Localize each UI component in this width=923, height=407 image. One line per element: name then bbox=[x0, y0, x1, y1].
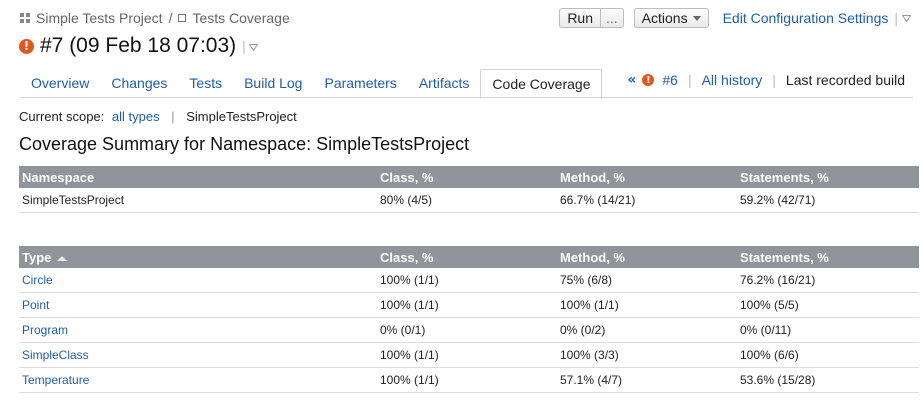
statement-coverage: 0% (0/11) bbox=[737, 317, 919, 343]
column-header-class[interactable]: Class, % bbox=[377, 166, 557, 188]
statement-coverage: 59.2% (42/71) bbox=[737, 188, 919, 213]
table-row: SimpleTestsProject 80% (4/5) 66.7% (14/2… bbox=[19, 188, 919, 213]
method-coverage: 57.1% (4/7) bbox=[557, 367, 737, 393]
type-link-temperature[interactable]: Temperature bbox=[22, 373, 89, 387]
table-header-row: Type Class, % Method, % Statements, % bbox=[19, 246, 919, 268]
class-coverage: 0% (0/1) bbox=[377, 317, 557, 343]
breadcrumb-config-link[interactable]: Tests Coverage bbox=[192, 10, 289, 26]
column-header-statements[interactable]: Statements, % bbox=[737, 166, 919, 188]
column-header-method[interactable]: Method, % bbox=[557, 166, 737, 188]
actions-label: Actions bbox=[641, 10, 688, 26]
double-chevron-left-icon[interactable]: « bbox=[627, 72, 636, 88]
build-menu-toggle[interactable] bbox=[248, 44, 258, 51]
column-header-method[interactable]: Method, % bbox=[557, 246, 737, 268]
error-icon: ! bbox=[642, 74, 655, 86]
class-coverage: 100% (1/1) bbox=[377, 367, 557, 393]
scope-current: SimpleTestsProject bbox=[186, 109, 297, 124]
build-title: ! #7 (09 Feb 18 07:03) | bbox=[19, 34, 258, 58]
table-row: Temperature 100% (1/1) 57.1% (4/7) 53.6%… bbox=[19, 367, 919, 393]
tab-code-coverage[interactable]: Code Coverage bbox=[480, 69, 603, 99]
tab-tests[interactable]: Tests bbox=[178, 69, 233, 97]
triangle-down-icon bbox=[902, 14, 911, 22]
run-options-button[interactable]: ... bbox=[601, 8, 624, 28]
type-link-simpleclass[interactable]: SimpleClass bbox=[22, 348, 89, 362]
namespace-name: SimpleTestsProject bbox=[19, 188, 377, 213]
divider: | bbox=[687, 72, 692, 88]
previous-build-link[interactable]: #6 bbox=[662, 72, 678, 88]
table-header-row: Namespace Class, % Method, % Statements,… bbox=[19, 166, 919, 188]
type-link-circle[interactable]: Circle bbox=[22, 273, 53, 287]
build-config-icon bbox=[178, 14, 187, 22]
chevron-down-icon bbox=[692, 15, 701, 21]
top-actions: Run ... Actions Edit Configuration Setti… bbox=[559, 8, 911, 28]
table-row: Program 0% (0/1) 0% (0/2) 0% (0/11) bbox=[19, 317, 919, 343]
method-coverage: 100% (1/1) bbox=[557, 292, 737, 318]
method-coverage: 100% (3/3) bbox=[557, 342, 737, 368]
scope-label: Current scope: bbox=[19, 109, 105, 124]
class-coverage: 100% (1/1) bbox=[377, 292, 557, 318]
last-recorded-build: Last recorded build bbox=[785, 72, 905, 88]
tab-changes[interactable]: Changes bbox=[100, 69, 178, 97]
sort-ascending-icon bbox=[57, 255, 68, 261]
actions-dropdown[interactable]: Actions bbox=[633, 8, 709, 28]
run-button[interactable]: Run bbox=[559, 8, 601, 28]
type-coverage-table: Type Class, % Method, % Statements, % Ci… bbox=[19, 246, 919, 393]
table-row: SimpleClass 100% (1/1) 100% (3/3) 100% (… bbox=[19, 342, 919, 368]
tab-overview[interactable]: Overview bbox=[20, 69, 100, 97]
divider: | bbox=[772, 72, 776, 88]
method-coverage: 75% (6/8) bbox=[557, 268, 737, 293]
scope-all-types-link[interactable]: all types bbox=[112, 109, 160, 124]
statement-coverage: 100% (6/6) bbox=[737, 342, 919, 368]
build-number-title: #7 (09 Feb 18 07:03) bbox=[40, 34, 237, 57]
column-header-type[interactable]: Type bbox=[19, 246, 377, 268]
run-button-group: Run ... bbox=[559, 8, 624, 28]
column-header-type-label: Type bbox=[22, 249, 52, 265]
column-header-class[interactable]: Class, % bbox=[377, 246, 557, 268]
class-coverage: 80% (4/5) bbox=[377, 188, 557, 213]
coverage-summary-heading: Coverage Summary for Namespace: SimpleTe… bbox=[19, 134, 470, 154]
namespace-coverage-table: Namespace Class, % Method, % Statements,… bbox=[19, 166, 919, 213]
method-coverage: 66.7% (14/21) bbox=[557, 188, 737, 213]
breadcrumb-project-link[interactable]: Simple Tests Project bbox=[36, 10, 163, 26]
tab-build-log[interactable]: Build Log bbox=[233, 69, 313, 97]
tab-artifacts[interactable]: Artifacts bbox=[408, 69, 481, 97]
build-history-nav: « ! #6 | All history | Last recorded bui… bbox=[627, 72, 905, 88]
divider: | bbox=[894, 10, 898, 26]
settings-menu-toggle[interactable] bbox=[902, 14, 911, 22]
method-coverage: 0% (0/2) bbox=[557, 317, 737, 343]
statement-coverage: 53.6% (15/28) bbox=[737, 367, 919, 393]
class-coverage: 100% (1/1) bbox=[377, 268, 557, 293]
table-row: Point 100% (1/1) 100% (1/1) 100% (5/5) bbox=[19, 292, 919, 318]
statement-coverage: 76.2% (16/21) bbox=[737, 268, 919, 293]
column-header-namespace[interactable]: Namespace bbox=[19, 166, 377, 188]
breadcrumb-separator: / bbox=[168, 10, 173, 26]
type-link-program[interactable]: Program bbox=[22, 323, 68, 337]
type-link-point[interactable]: Point bbox=[22, 298, 49, 312]
triangle-down-icon bbox=[248, 44, 258, 51]
divider: | bbox=[242, 38, 246, 54]
statement-coverage: 100% (5/5) bbox=[737, 292, 919, 318]
column-header-statements[interactable]: Statements, % bbox=[737, 246, 919, 268]
class-coverage: 100% (1/1) bbox=[377, 342, 557, 368]
tabs-underline bbox=[20, 97, 913, 98]
breadcrumb: Simple Tests Project / Tests Coverage bbox=[20, 9, 290, 27]
error-icon: ! bbox=[19, 38, 34, 54]
project-icon bbox=[20, 12, 31, 24]
build-tabs: Overview Changes Tests Build Log Paramet… bbox=[20, 69, 603, 99]
edit-configuration-settings-link[interactable]: Edit Configuration Settings bbox=[723, 10, 889, 26]
current-scope: Current scope: all types | SimpleTestsPr… bbox=[19, 109, 297, 124]
scope-separator: | bbox=[171, 109, 175, 124]
all-history-link[interactable]: All history bbox=[702, 72, 763, 88]
tab-parameters[interactable]: Parameters bbox=[313, 69, 407, 97]
table-row: Circle 100% (1/1) 75% (6/8) 76.2% (16/21… bbox=[19, 268, 919, 293]
